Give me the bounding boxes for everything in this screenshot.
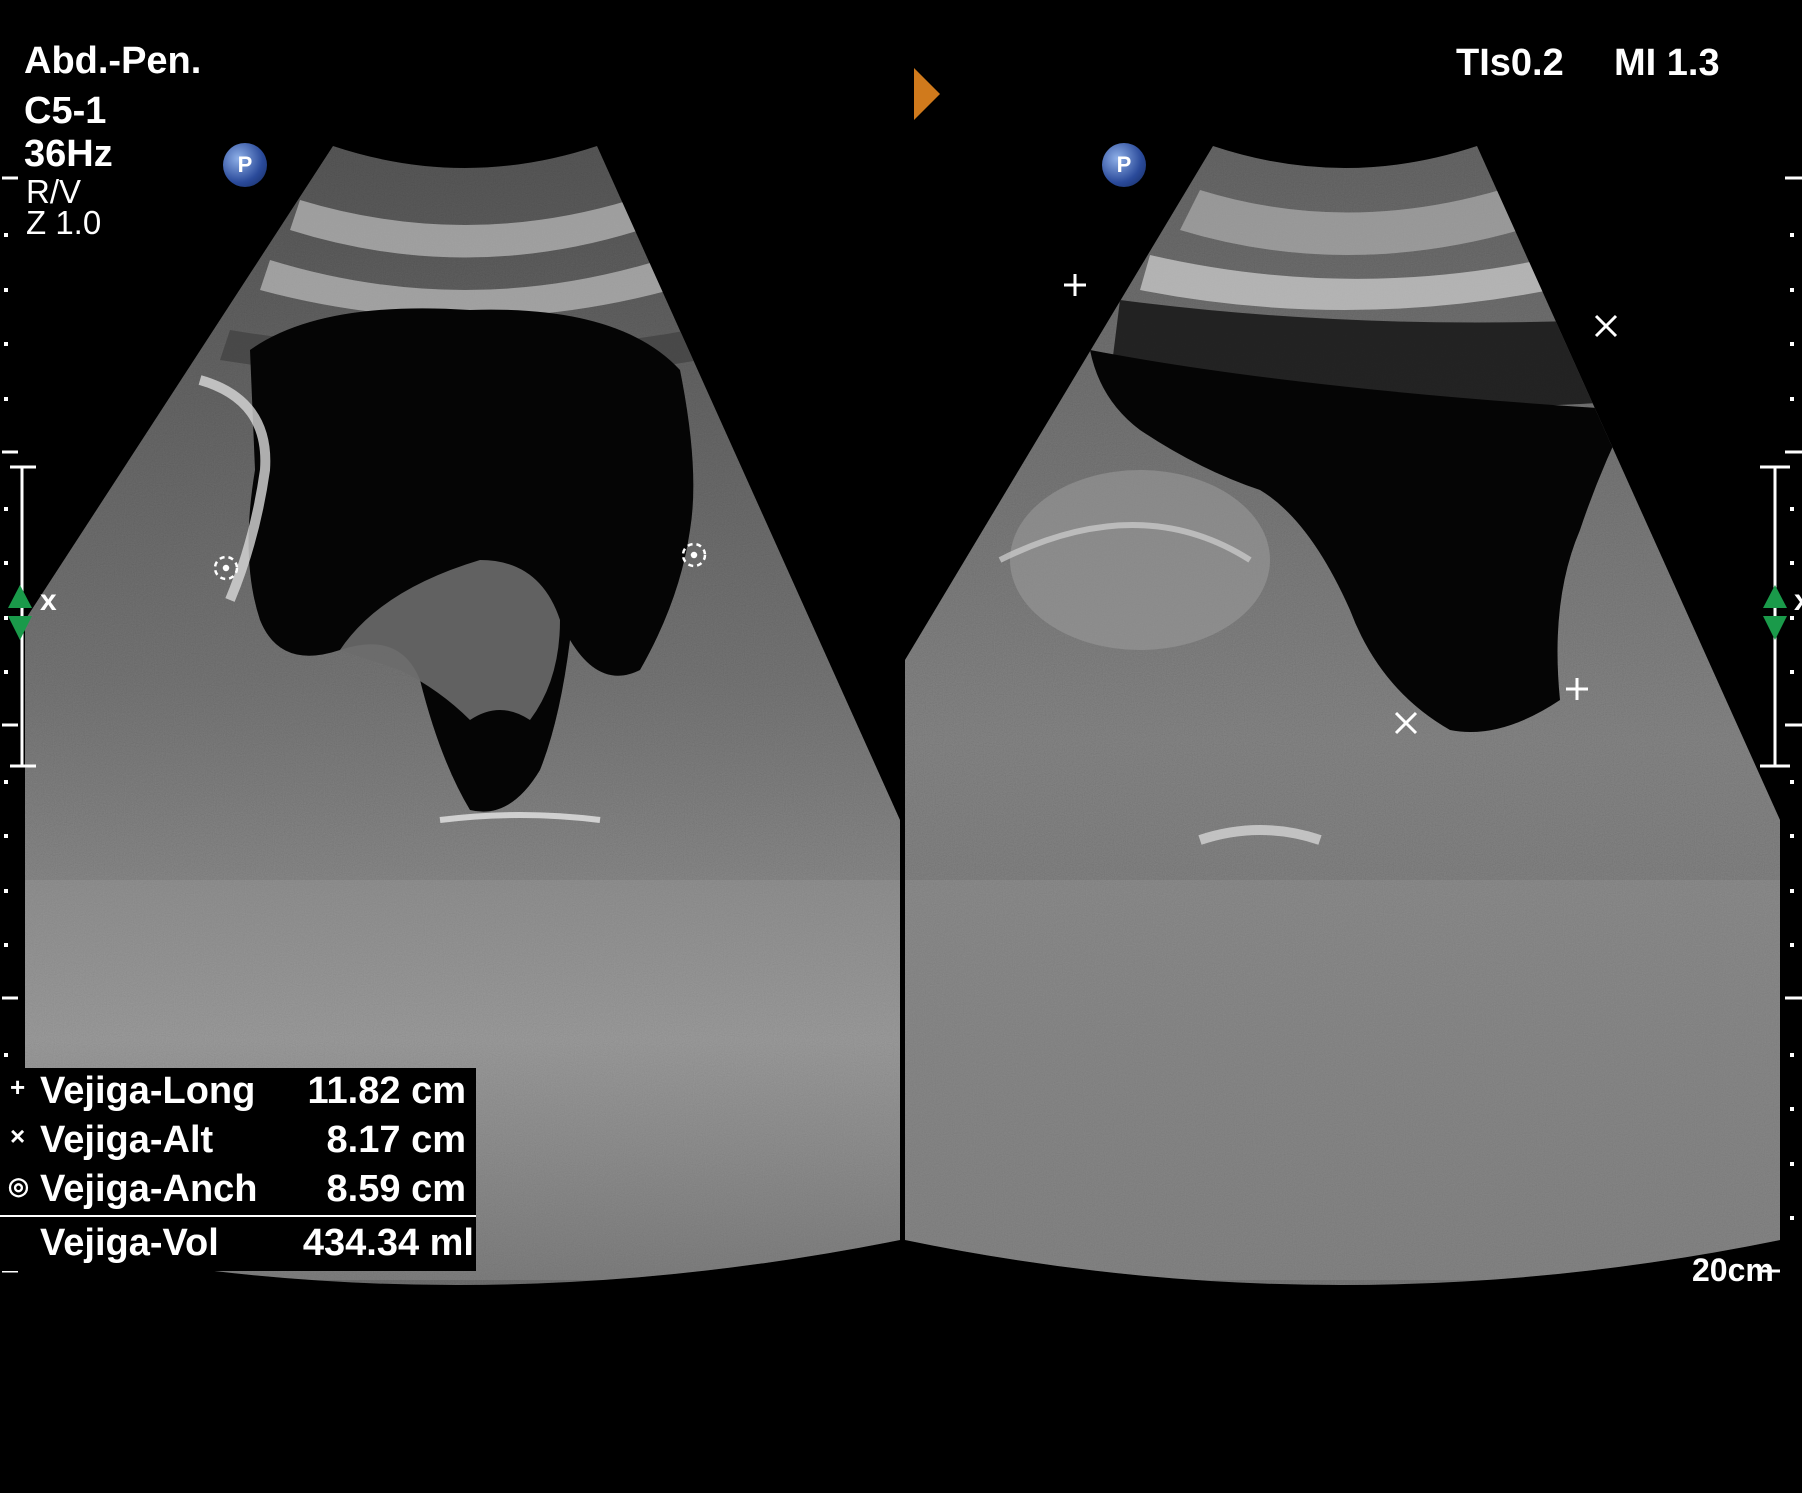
measurement-name: Vejiga-Long: [40, 1070, 256, 1112]
measurement-row: ◎ Vejiga-Anch 8.59 cm: [0, 1168, 476, 1217]
zoom-label: Z 1.0: [26, 204, 102, 241]
measurement-name: Vejiga-Alt: [40, 1119, 214, 1161]
left-probe-badge-icon: P: [223, 143, 267, 187]
measurement-results: + Vejiga-Long 11.82 cm × Vejiga-Alt 8.17…: [0, 1070, 476, 1272]
measurement-value: 11.82 cm: [307, 1070, 466, 1112]
caliper-circle-icon: ◎: [8, 1173, 29, 1200]
tis-label: TIs0.2: [1456, 42, 1564, 84]
left-focus-label: x: [40, 584, 57, 617]
caliper-long-1-icon: [1064, 274, 1086, 296]
volume-row: Vejiga-Vol 434.34 ml: [0, 1220, 476, 1272]
frame-rate-label: 36Hz: [24, 133, 113, 175]
probe-label: C5-1: [24, 90, 107, 132]
depth-label: 20cm: [1692, 1252, 1774, 1288]
caliper-alt-1-icon: [1594, 314, 1618, 338]
measurement-value: 8.59 cm: [326, 1168, 466, 1210]
caliper-cross-icon: ×: [10, 1121, 26, 1151]
right-focus-label: x: [1794, 584, 1802, 618]
measurement-row: + Vejiga-Long 11.82 cm: [0, 1070, 476, 1119]
measurement-name: Vejiga-Anch: [40, 1168, 258, 1210]
preset-label: Abd.-Pen.: [24, 40, 202, 82]
volume-value: 434.34 ml: [302, 1222, 474, 1264]
measurement-value: 8.17 cm: [326, 1119, 466, 1161]
orientation-marker-icon: [914, 68, 940, 120]
caliper-plus-icon: +: [10, 1072, 26, 1102]
measurement-row: × Vejiga-Alt 8.17 cm: [0, 1119, 476, 1168]
right-ultrasound-image: [905, 146, 1780, 1285]
volume-name: Vejiga-Vol: [40, 1222, 219, 1264]
mi-label: MI 1.3: [1614, 42, 1720, 84]
right-probe-badge-icon: P: [1102, 143, 1146, 187]
